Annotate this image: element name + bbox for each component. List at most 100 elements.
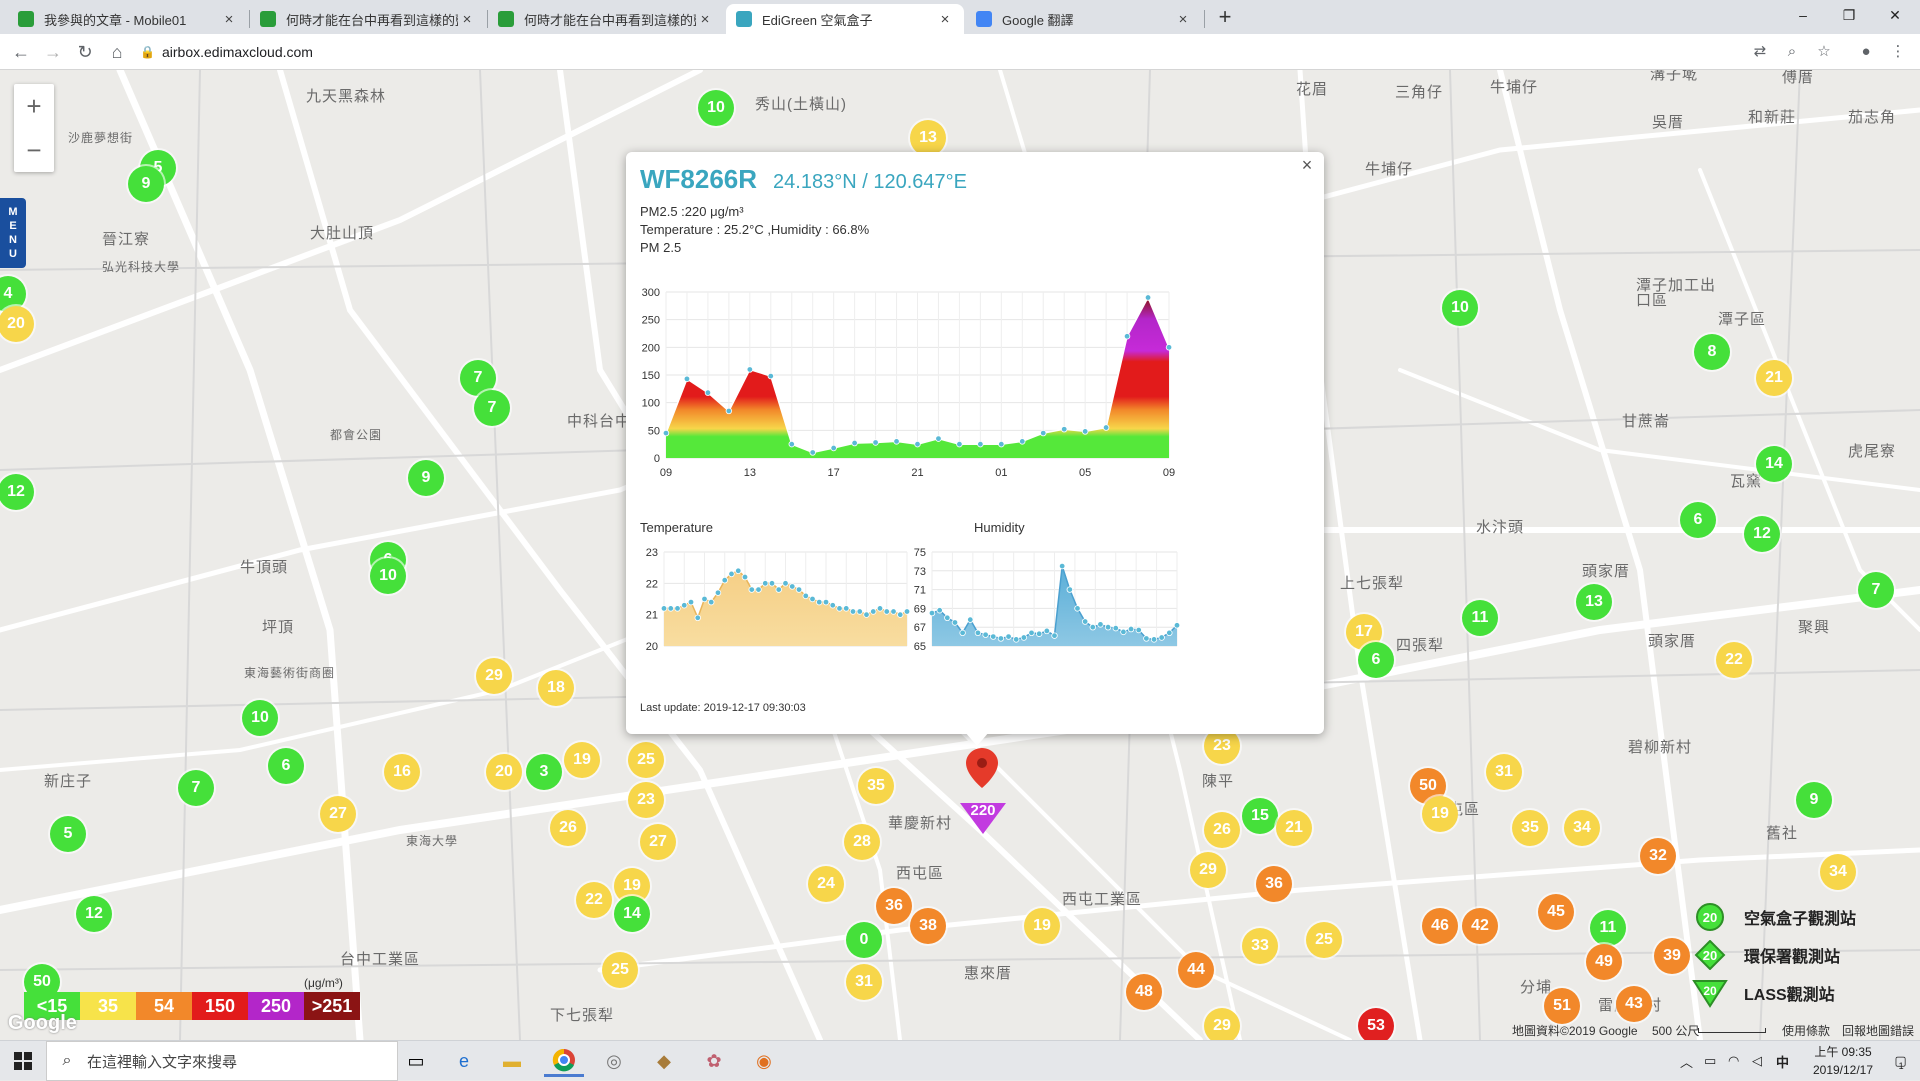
air-station-marker[interactable]: 19 [1422, 796, 1458, 832]
browser-tab[interactable]: Google 翻譯 × [966, 4, 1202, 34]
air-station-marker[interactable]: 6 [1680, 502, 1716, 538]
air-station-marker[interactable]: 48 [1126, 974, 1162, 1010]
new-tab-button[interactable]: + [1210, 4, 1240, 32]
air-station-marker[interactable]: 5 [50, 816, 86, 852]
tab-close-icon[interactable]: × [220, 11, 238, 28]
air-station-marker[interactable]: 16 [384, 754, 420, 790]
air-station-marker[interactable]: 26 [550, 810, 586, 846]
air-station-marker[interactable]: 20 [486, 754, 522, 790]
air-station-marker[interactable]: 33 [1242, 928, 1278, 964]
minimize-button[interactable]: – [1780, 0, 1826, 30]
air-station-marker[interactable]: 11 [1462, 600, 1498, 636]
app-icon-3[interactable]: ✿ [694, 1045, 734, 1077]
air-station-marker[interactable]: 9 [128, 166, 164, 202]
air-station-marker[interactable]: 7 [474, 390, 510, 426]
air-station-marker[interactable]: 13 [1576, 584, 1612, 620]
edge-browser-icon[interactable]: e [444, 1045, 484, 1077]
terms-link[interactable]: 使用條款 [1782, 1022, 1830, 1039]
profile-icon[interactable]: ● [1854, 40, 1878, 64]
station-type-airbox[interactable]: 20 空氣盒子觀測站 [1690, 900, 1920, 934]
air-station-marker[interactable]: 27 [640, 824, 676, 860]
air-station-marker[interactable]: 25 [1306, 922, 1342, 958]
air-station-marker[interactable]: 32 [1640, 838, 1676, 874]
tray-chevron-icon[interactable]: ︿ [1680, 1041, 1693, 1081]
air-station-marker[interactable]: 10 [242, 700, 278, 736]
taskbar-search-box[interactable]: ⌕ 在這裡輸入文字來搜尋 [46, 1041, 398, 1081]
zoom-icon[interactable]: ⌕ [1780, 40, 1804, 64]
air-station-marker[interactable]: 10 [370, 558, 406, 594]
address-bar[interactable]: 🔒 airbox.edimaxcloud.com [140, 39, 1860, 65]
air-station-marker[interactable]: 6 [268, 748, 304, 784]
air-station-marker[interactable]: 7 [1858, 572, 1894, 608]
air-station-marker[interactable]: 12 [1744, 516, 1780, 552]
tab-close-icon[interactable]: × [696, 11, 714, 28]
reload-icon[interactable]: ↻ [72, 39, 98, 65]
station-type-lass[interactable]: 20 LASS觀測站 [1690, 976, 1920, 1010]
air-station-marker[interactable]: 9 [408, 460, 444, 496]
tray-wifi-icon[interactable]: ◠ [1728, 1041, 1739, 1081]
air-station-marker[interactable]: 21 [1756, 360, 1792, 396]
tab-close-icon[interactable]: × [936, 11, 954, 28]
air-station-marker[interactable]: 23 [628, 782, 664, 818]
home-icon[interactable]: ⌂ [104, 39, 130, 65]
air-station-marker[interactable]: 10 [1442, 290, 1478, 326]
air-station-marker[interactable]: 0 [846, 922, 882, 958]
air-station-marker[interactable]: 12 [76, 896, 112, 932]
air-station-marker[interactable]: 29 [1204, 1008, 1240, 1040]
air-station-marker[interactable]: 39 [1654, 938, 1690, 974]
task-view-icon[interactable]: ▭ [396, 1045, 436, 1077]
air-station-marker[interactable]: 49 [1586, 944, 1622, 980]
air-station-marker[interactable]: 14 [614, 896, 650, 932]
forward-arrow-icon[interactable]: → [40, 39, 66, 65]
air-station-marker[interactable]: 22 [576, 882, 612, 918]
zoom-in-button[interactable]: + [14, 84, 54, 128]
app-icon-1[interactable]: ◎ [594, 1045, 634, 1077]
air-station-marker[interactable]: 35 [1512, 810, 1548, 846]
input-method-indicator[interactable]: 中 [1776, 1041, 1789, 1081]
taskbar-clock[interactable]: 上午 09:35 2019/12/17 [1798, 1043, 1888, 1079]
air-station-marker[interactable]: 31 [846, 964, 882, 1000]
air-station-marker[interactable]: 7 [178, 770, 214, 806]
air-station-marker[interactable]: 6 [1358, 642, 1394, 678]
menu-toggle-button[interactable]: MENU [0, 198, 26, 268]
air-station-marker[interactable]: 31 [1486, 754, 1522, 790]
air-station-marker[interactable]: 13 [910, 120, 946, 156]
air-station-marker[interactable]: 35 [858, 768, 894, 804]
tab-close-icon[interactable]: × [458, 11, 476, 28]
air-station-marker[interactable]: 3 [526, 754, 562, 790]
maximize-button[interactable]: ❐ [1826, 0, 1872, 30]
air-station-marker[interactable]: 10 [698, 90, 734, 126]
chrome-browser-icon[interactable] [544, 1045, 584, 1077]
air-station-marker[interactable]: 26 [1204, 812, 1240, 848]
air-station-marker[interactable]: 36 [1256, 866, 1292, 902]
air-station-marker[interactable]: 14 [1756, 446, 1792, 482]
air-station-marker[interactable]: 11 [1590, 910, 1626, 946]
air-station-marker[interactable]: 18 [538, 670, 574, 706]
air-station-marker[interactable]: 24 [808, 866, 844, 902]
air-station-marker[interactable]: 25 [628, 742, 664, 778]
start-button[interactable] [0, 1041, 46, 1081]
browser-tab[interactable]: 我參與的文章 - Mobile01 × [8, 4, 248, 34]
tray-volume-icon[interactable]: ◁ [1752, 1041, 1762, 1081]
air-station-marker[interactable]: 46 [1422, 908, 1458, 944]
notification-icon[interactable]: ▢ 1 [1884, 1041, 1914, 1081]
browser-tab[interactable]: 何時才能在台中再看到這樣的藍天 × [250, 4, 486, 34]
air-station-marker[interactable]: 22 [1716, 642, 1752, 678]
air-station-marker[interactable]: 27 [320, 796, 356, 832]
air-station-marker[interactable]: 15 [1242, 798, 1278, 834]
air-station-marker[interactable]: 9 [1796, 782, 1832, 818]
air-station-marker[interactable]: 29 [1190, 852, 1226, 888]
air-station-marker[interactable]: 21 [1276, 810, 1312, 846]
more-menu-icon[interactable]: ⋮ [1886, 40, 1910, 64]
air-station-marker[interactable]: 42 [1462, 908, 1498, 944]
file-explorer-icon[interactable]: ▬ [492, 1045, 532, 1077]
bookmark-star-icon[interactable]: ☆ [1812, 40, 1836, 64]
air-station-marker[interactable]: 45 [1538, 894, 1574, 930]
app-icon-4[interactable]: ◉ [744, 1045, 784, 1077]
tray-battery-icon[interactable]: ▭ [1704, 1041, 1716, 1081]
air-station-marker[interactable]: 34 [1564, 810, 1600, 846]
tab-close-icon[interactable]: × [1174, 11, 1192, 28]
report-map-error-link[interactable]: 回報地圖錯誤 [1842, 1022, 1914, 1039]
air-station-marker[interactable]: 53 [1358, 1008, 1394, 1040]
back-arrow-icon[interactable]: ← [8, 39, 34, 65]
